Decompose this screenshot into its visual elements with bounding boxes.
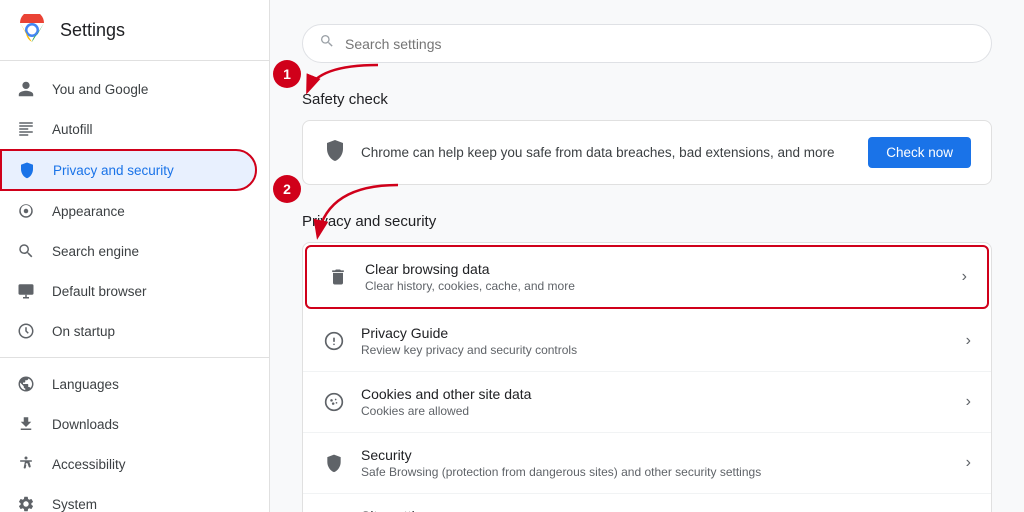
appearance-icon — [16, 201, 36, 221]
annotation-2: 2 — [273, 175, 301, 203]
sidebar-item-label: You and Google — [52, 82, 148, 97]
cookies-content: Cookies and other site data Cookies are … — [361, 386, 950, 418]
clear-browsing-data-content: Clear browsing data Clear history, cooki… — [365, 261, 946, 293]
sidebar-item-autofill[interactable]: Autofill — [0, 109, 257, 149]
sidebar-item-privacy-and-security[interactable]: Privacy and security — [0, 149, 257, 191]
clear-browsing-data-subtitle: Clear history, cookies, cache, and more — [365, 279, 946, 293]
privacy-guide-icon — [323, 330, 345, 352]
clear-browsing-data-title: Clear browsing data — [365, 261, 946, 277]
site-settings-title: Site settings — [361, 508, 950, 512]
downloads-icon — [16, 414, 36, 434]
settings-item-cookies[interactable]: Cookies and other site data Cookies are … — [303, 372, 991, 433]
privacy-guide-title: Privacy Guide — [361, 325, 950, 341]
sidebar-title: Settings — [60, 20, 125, 41]
arrow-2 — [298, 175, 418, 255]
sidebar-item-label: Appearance — [52, 204, 125, 219]
accessibility-icon — [16, 454, 36, 474]
sidebar-item-label: Default browser — [52, 284, 147, 299]
person-icon — [16, 79, 36, 99]
sidebar-item-label: Accessibility — [52, 457, 126, 472]
search-icon — [319, 33, 335, 54]
privacy-guide-content: Privacy Guide Review key privacy and sec… — [361, 325, 950, 357]
sidebar-item-label: Search engine — [52, 244, 139, 259]
sidebar-item-you-and-google[interactable]: You and Google — [0, 69, 257, 109]
chevron-right-icon: › — [962, 268, 967, 286]
security-icon — [323, 452, 345, 474]
settings-item-site-settings[interactable]: Site settings Controls what information … — [303, 494, 991, 512]
trash-icon — [327, 266, 349, 288]
cookies-subtitle: Cookies are allowed — [361, 404, 950, 418]
sidebar-item-accessibility[interactable]: Accessibility — [0, 444, 257, 484]
autofill-icon — [16, 119, 36, 139]
chevron-right-icon: › — [966, 332, 971, 350]
privacy-guide-subtitle: Review key privacy and security controls — [361, 343, 950, 357]
sidebar-scroll-area: You and Google Autofill Privacy and secu… — [0, 61, 269, 512]
security-title: Security — [361, 447, 950, 463]
sidebar-item-label: On startup — [52, 324, 115, 339]
safety-shield-icon — [323, 138, 347, 168]
languages-icon — [16, 374, 36, 394]
sidebar-item-label: Autofill — [52, 122, 93, 137]
chrome-logo-icon — [16, 14, 48, 46]
sidebar-item-search-engine[interactable]: Search engine — [0, 231, 257, 271]
sidebar: Settings You and Google Autofill Privac — [0, 0, 270, 512]
sidebar-nav: You and Google Autofill Privacy and secu… — [0, 61, 269, 512]
site-settings-content: Site settings Controls what information … — [361, 508, 950, 512]
system-icon — [16, 494, 36, 512]
sidebar-item-system[interactable]: System — [0, 484, 257, 512]
cookies-title: Cookies and other site data — [361, 386, 950, 402]
default-browser-icon — [16, 281, 36, 301]
check-now-button[interactable]: Check now — [868, 137, 971, 168]
sidebar-divider — [0, 357, 269, 358]
privacy-settings-list: Clear browsing data Clear history, cooki… — [302, 242, 992, 512]
privacy-section: Privacy and security Clear browsing data… — [302, 213, 992, 512]
settings-item-security[interactable]: Security Safe Browsing (protection from … — [303, 433, 991, 494]
cookies-icon — [323, 391, 345, 413]
on-startup-icon — [16, 321, 36, 341]
settings-item-privacy-guide[interactable]: Privacy Guide Review key privacy and sec… — [303, 311, 991, 372]
chevron-right-icon: › — [966, 454, 971, 472]
sidebar-item-label: Privacy and security — [53, 163, 174, 178]
safety-check-description: Chrome can help keep you safe from data … — [361, 145, 854, 160]
annotation-1: 1 — [273, 60, 301, 88]
shield-icon — [17, 160, 37, 180]
search-input[interactable] — [345, 36, 975, 52]
sidebar-item-label: Downloads — [52, 417, 119, 432]
sidebar-item-label: System — [52, 497, 97, 512]
security-content: Security Safe Browsing (protection from … — [361, 447, 950, 479]
search-bar[interactable] — [302, 24, 992, 63]
settings-item-clear-browsing-data[interactable]: Clear browsing data Clear history, cooki… — [305, 245, 989, 309]
sidebar-item-appearance[interactable]: Appearance — [0, 191, 257, 231]
chevron-right-icon: › — [966, 393, 971, 411]
sidebar-item-downloads[interactable]: Downloads — [0, 404, 257, 444]
sidebar-item-label: Languages — [52, 377, 119, 392]
arrow-1 — [298, 55, 388, 100]
sidebar-item-languages[interactable]: Languages — [0, 364, 257, 404]
search-engine-icon — [16, 241, 36, 261]
main-content: 1 Safety check Chrome can help keep you … — [270, 0, 1024, 512]
sidebar-item-default-browser[interactable]: Default browser — [0, 271, 257, 311]
security-subtitle: Safe Browsing (protection from dangerous… — [361, 465, 950, 479]
sidebar-item-on-startup[interactable]: On startup — [0, 311, 257, 351]
sidebar-header: Settings — [0, 0, 269, 61]
safety-check-title: Safety check — [302, 91, 992, 108]
